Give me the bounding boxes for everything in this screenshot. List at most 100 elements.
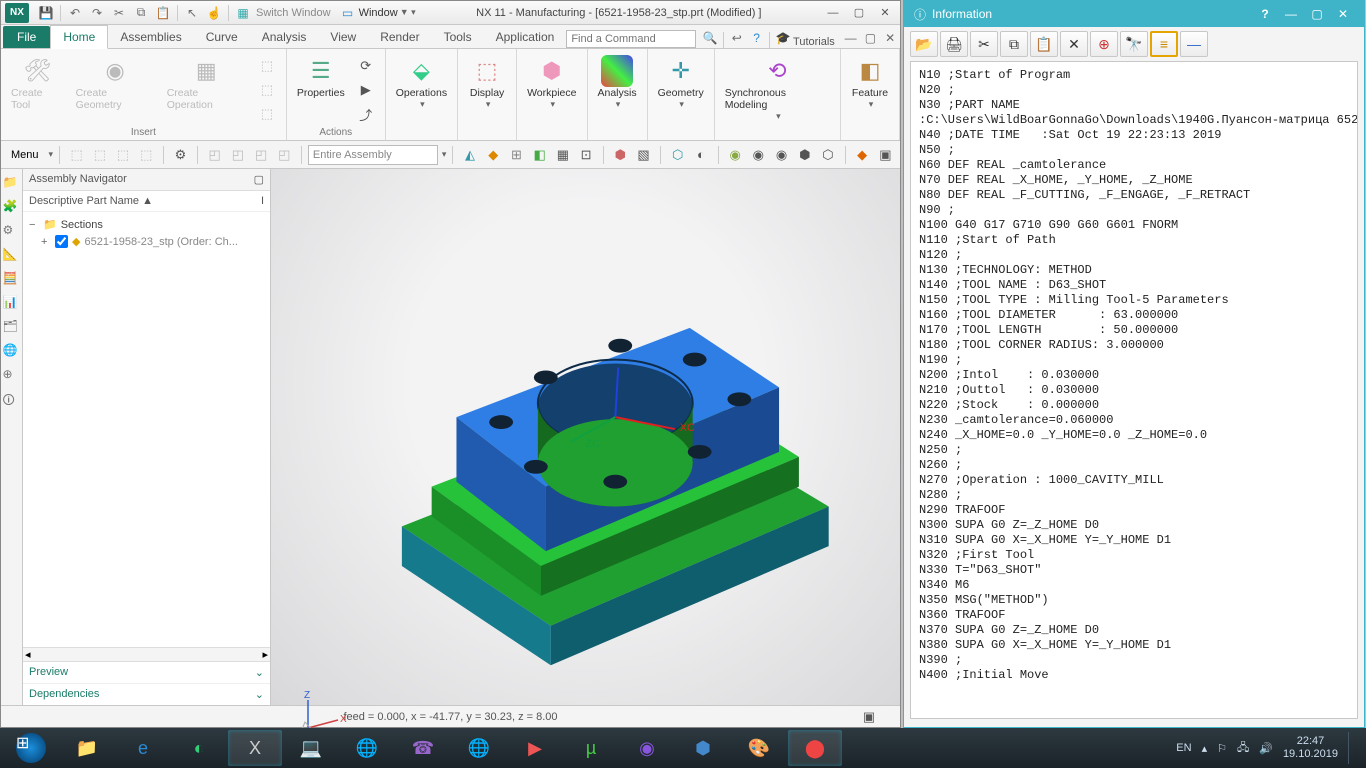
taskbar-viber[interactable]: ☎ bbox=[396, 730, 450, 766]
st-icon-3[interactable]: ⬚ bbox=[112, 144, 133, 166]
operations-button[interactable]: ⬙Operations▾ bbox=[392, 53, 451, 112]
nav-popout-icon[interactable]: ▢ bbox=[254, 173, 264, 186]
st-icon-1[interactable]: ⬚ bbox=[66, 144, 87, 166]
tab-tools[interactable]: Tools bbox=[432, 26, 484, 48]
info-print-icon[interactable]: 🖨 bbox=[940, 31, 968, 57]
create-geometry-button[interactable]: ◉Create Geometry bbox=[72, 53, 159, 113]
ltb-2-icon[interactable]: 🧩 bbox=[3, 199, 21, 217]
doc-min-icon[interactable]: — bbox=[842, 28, 860, 48]
tray-lang[interactable]: EN bbox=[1176, 742, 1191, 754]
3d-viewport[interactable]: XC ZC bbox=[271, 169, 900, 705]
taskbar-app5[interactable]: 💻 bbox=[284, 730, 338, 766]
taskbar-app12[interactable]: ⬢ bbox=[676, 730, 730, 766]
view-icon-4[interactable]: ◧ bbox=[529, 144, 550, 166]
color-icon[interactable]: ◆ bbox=[852, 144, 873, 166]
tray-expand-icon[interactable]: ▴ bbox=[1202, 742, 1208, 755]
reset-icon[interactable]: ↩ bbox=[728, 28, 746, 48]
view-icon-9[interactable]: ⬡ bbox=[667, 144, 688, 166]
close-button[interactable]: ✕ bbox=[874, 4, 896, 22]
taskbar-player[interactable]: ▶ bbox=[508, 730, 562, 766]
menu-dropdown[interactable]: Menu bbox=[5, 147, 45, 163]
actions-sub3-icon[interactable]: ⤴ bbox=[355, 103, 377, 125]
ltb-5-icon[interactable]: 🧮 bbox=[3, 271, 21, 289]
tab-view[interactable]: View bbox=[318, 26, 368, 48]
tray-flag-icon[interactable]: ⚐ bbox=[1217, 742, 1227, 755]
tab-home[interactable]: Home bbox=[50, 25, 108, 49]
insert-sub3-icon[interactable]: ⬚ bbox=[256, 103, 278, 125]
tab-curve[interactable]: Curve bbox=[194, 26, 250, 48]
undo-icon[interactable]: ↶ bbox=[65, 3, 85, 23]
info-find-icon[interactable]: 🔭 bbox=[1120, 31, 1148, 57]
switch-window-button[interactable]: Switch Window bbox=[256, 7, 331, 19]
maximize-button[interactable]: ▢ bbox=[848, 4, 870, 22]
tray-clock[interactable]: 22:47 19.10.2019 bbox=[1283, 735, 1338, 761]
taskbar-utorrent[interactable]: µ bbox=[564, 730, 618, 766]
preview-toggle[interactable]: Preview⌄ bbox=[23, 662, 270, 683]
taskbar-explorer[interactable]: 📁 bbox=[60, 730, 114, 766]
info-collapse-icon[interactable]: — bbox=[1180, 31, 1208, 57]
doc-max-icon[interactable]: ▢ bbox=[862, 28, 880, 48]
workpiece-button[interactable]: ⬢Workpiece▾ bbox=[523, 53, 580, 112]
window-icon[interactable]: ▭ bbox=[338, 3, 358, 23]
status-icon[interactable]: ▣ bbox=[858, 706, 880, 728]
show-desktop[interactable] bbox=[1348, 732, 1356, 764]
create-tool-button[interactable]: 🛠Create Tool bbox=[7, 53, 68, 113]
info-cut-icon[interactable]: ✂ bbox=[970, 31, 998, 57]
sort-up-icon[interactable]: ▲ bbox=[142, 195, 153, 207]
view-icon-10[interactable]: ◐ bbox=[690, 144, 711, 166]
view-icon-7[interactable]: ⬢ bbox=[610, 144, 631, 166]
taskbar-nx[interactable]: X bbox=[228, 730, 282, 766]
taskbar-paint[interactable]: 🎨 bbox=[732, 730, 786, 766]
taskbar-chrome[interactable]: 🌐 bbox=[340, 730, 394, 766]
system-tray[interactable]: EN ▴ ⚐ 🖧 🔊 22:47 19.10.2019 bbox=[1176, 732, 1362, 764]
tray-network-icon[interactable]: 🖧 bbox=[1237, 739, 1249, 758]
analysis-button[interactable]: Analysis▾ bbox=[594, 53, 641, 112]
ltb-1-icon[interactable]: 📁 bbox=[3, 175, 21, 193]
redo-icon[interactable]: ↷ bbox=[87, 3, 107, 23]
window-dropdown[interactable]: Window bbox=[359, 7, 398, 19]
nc-code-output[interactable]: N10 ;Start of Program N20 ; N30 ;PART NA… bbox=[910, 61, 1358, 719]
switch-window-icon[interactable]: ▦ bbox=[233, 3, 253, 23]
save-icon[interactable]: 💾 bbox=[36, 3, 56, 23]
st-icon-6[interactable]: ◰ bbox=[204, 144, 225, 166]
tab-render[interactable]: Render bbox=[368, 26, 431, 48]
sync-modeling-button[interactable]: ⟲Synchronous Modeling▾ bbox=[721, 53, 834, 124]
dependencies-toggle[interactable]: Dependencies⌄ bbox=[23, 683, 270, 705]
st-icon-9[interactable]: ◰ bbox=[274, 144, 295, 166]
nav-col2[interactable]: I bbox=[261, 195, 264, 207]
create-operation-button[interactable]: ▦Create Operation bbox=[163, 53, 250, 113]
actions-sub1-icon[interactable]: ⟳ bbox=[355, 55, 377, 77]
sections-label[interactable]: Sections bbox=[61, 219, 103, 231]
feature-button[interactable]: ◧Feature▾ bbox=[847, 53, 893, 112]
properties-button[interactable]: ☰Properties bbox=[293, 53, 349, 101]
render-icon-3[interactable]: ◉ bbox=[771, 144, 792, 166]
render-icon-4[interactable]: ⬢ bbox=[794, 144, 815, 166]
view-icon-8[interactable]: ▧ bbox=[633, 144, 654, 166]
copy-icon[interactable]: ⧉ bbox=[131, 3, 151, 23]
part-label[interactable]: 6521-1958-23_stp (Order: Ch... bbox=[84, 236, 237, 248]
comp-icon[interactable]: ▣ bbox=[875, 144, 896, 166]
taskbar-tor[interactable]: ◉ bbox=[620, 730, 674, 766]
pointer-icon[interactable]: ↖ bbox=[182, 3, 202, 23]
h-scrollbar[interactable]: ◂▸ bbox=[23, 647, 270, 661]
tab-analysis[interactable]: Analysis bbox=[250, 26, 319, 48]
st-icon-8[interactable]: ◰ bbox=[251, 144, 272, 166]
paste-icon[interactable]: 📋 bbox=[153, 3, 173, 23]
render-icon-1[interactable]: ◉ bbox=[725, 144, 746, 166]
info-delete-icon[interactable]: ✕ bbox=[1060, 31, 1088, 57]
taskbar-ie[interactable]: e bbox=[116, 730, 170, 766]
display-button[interactable]: ⬚Display▾ bbox=[464, 53, 510, 112]
info-help-button[interactable]: ? bbox=[1254, 5, 1276, 23]
assembly-tree[interactable]: −📁Sections +◆6521-1958-23_stp (Order: Ch… bbox=[23, 212, 270, 647]
render-icon-5[interactable]: ⬡ bbox=[817, 144, 838, 166]
tab-application[interactable]: Application bbox=[484, 26, 567, 48]
st-icon-2[interactable]: ⬚ bbox=[89, 144, 110, 166]
view-icon-2[interactable]: ◆ bbox=[483, 144, 504, 166]
ltb-3-icon[interactable]: ⚙ bbox=[3, 223, 21, 241]
info-paste-icon[interactable]: 📋 bbox=[1030, 31, 1058, 57]
insert-sub2-icon[interactable]: ⬚ bbox=[256, 79, 278, 101]
taskbar-recorder[interactable]: ⬤ bbox=[788, 730, 842, 766]
tray-volume-icon[interactable]: 🔊 bbox=[1259, 742, 1273, 755]
ltb-8-icon[interactable]: 🌐 bbox=[3, 343, 21, 361]
doc-close-icon[interactable]: ✕ bbox=[881, 28, 899, 48]
